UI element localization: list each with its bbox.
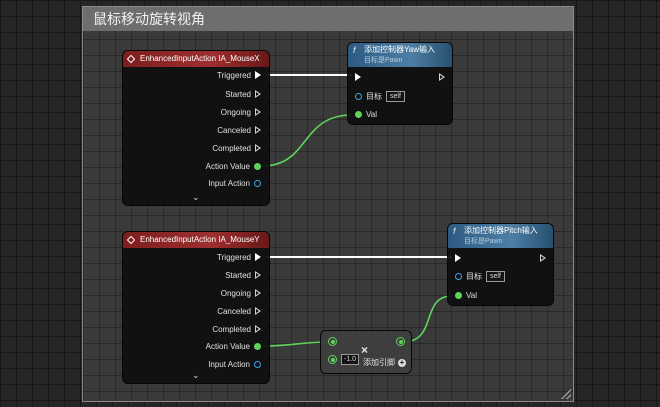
exec-pin-icon[interactable] bbox=[540, 254, 546, 262]
float-pin-icon[interactable] bbox=[355, 110, 362, 118]
target-self-field[interactable]: self bbox=[486, 270, 505, 282]
event-diamond-icon bbox=[126, 235, 136, 245]
pin-started[interactable]: Started bbox=[225, 269, 261, 281]
pin-exec-in[interactable] bbox=[455, 252, 461, 264]
function-node-pitch[interactable]: f 添加控制器Pitch输入 目标是Pawn 目标 self Val bbox=[448, 224, 553, 305]
exec-pin-icon[interactable] bbox=[355, 73, 361, 81]
float-pin-icon[interactable] bbox=[254, 162, 261, 170]
event-node-header[interactable]: EnhancedInputAction IA_MouseX bbox=[123, 51, 269, 67]
pin-input-action[interactable]: Input Action bbox=[208, 358, 261, 370]
exec-pin-icon[interactable] bbox=[439, 73, 445, 81]
pin-completed[interactable]: Completed bbox=[212, 323, 261, 335]
function-icon: f bbox=[353, 45, 356, 55]
function-node-header[interactable]: f 添加控制器Yaw输入 目标是Pawn bbox=[348, 43, 452, 67]
exec-pin-icon[interactable] bbox=[255, 71, 261, 79]
exec-pin-icon[interactable] bbox=[255, 126, 261, 134]
exec-pin-icon[interactable] bbox=[255, 144, 261, 152]
object-pin-icon[interactable] bbox=[254, 179, 261, 187]
pin-ongoing[interactable]: Ongoing bbox=[221, 287, 261, 299]
expand-chevron-icon[interactable]: ⌄ bbox=[192, 192, 200, 203]
event-node-mousey[interactable]: EnhancedInputAction IA_MouseY Triggered … bbox=[123, 232, 269, 383]
function-node-title: 添加控制器Yaw输入 bbox=[364, 45, 435, 54]
pin-triggered[interactable]: Triggered bbox=[217, 69, 261, 81]
pin-exec-in[interactable] bbox=[355, 71, 361, 83]
multiply-value-field[interactable]: -1.0 bbox=[341, 354, 360, 365]
comment-resize-handle[interactable] bbox=[561, 389, 571, 399]
multiply-node[interactable]: -1.0 × 添加引脚 + bbox=[321, 331, 411, 373]
add-pin-button[interactable]: 添加引脚 + bbox=[363, 357, 406, 368]
function-node-header[interactable]: f 添加控制器Pitch输入 目标是Pawn bbox=[448, 224, 553, 248]
target-self-field[interactable]: self bbox=[386, 90, 405, 102]
pin-triggered[interactable]: Triggered bbox=[217, 251, 261, 263]
function-node-yaw[interactable]: f 添加控制器Yaw输入 目标是Pawn 目标 self Val bbox=[348, 43, 452, 124]
multiply-input-a-pin[interactable] bbox=[328, 337, 337, 346]
object-pin-icon[interactable] bbox=[455, 272, 462, 280]
pin-canceled[interactable]: Canceled bbox=[217, 124, 261, 136]
pin-completed[interactable]: Completed bbox=[212, 142, 261, 154]
pin-action-value[interactable]: Action Value bbox=[206, 160, 261, 172]
add-pin-icon: + bbox=[398, 357, 406, 367]
function-node-title: 添加控制器Pitch输入 bbox=[464, 226, 538, 235]
exec-pin-icon[interactable] bbox=[255, 307, 261, 315]
function-icon: f bbox=[453, 226, 456, 236]
pin-exec-out[interactable] bbox=[540, 252, 546, 264]
exec-pin-icon[interactable] bbox=[255, 90, 261, 98]
exec-pin-icon[interactable] bbox=[255, 108, 261, 116]
event-node-title: EnhancedInputAction IA_MouseY bbox=[140, 235, 260, 244]
function-node-subtitle: 目标是Pawn bbox=[364, 57, 403, 64]
exec-pin-icon[interactable] bbox=[255, 325, 261, 333]
pin-val[interactable]: Val bbox=[355, 108, 377, 120]
multiply-operator-icon: × bbox=[361, 343, 369, 357]
expand-chevron-icon[interactable]: ⌄ bbox=[192, 370, 200, 381]
pin-ongoing[interactable]: Ongoing bbox=[221, 106, 261, 118]
pin-val[interactable]: Val bbox=[455, 289, 477, 301]
float-pin-icon[interactable] bbox=[455, 291, 462, 299]
function-node-subtitle: 目标是Pawn bbox=[464, 238, 503, 245]
pin-input-action[interactable]: Input Action bbox=[208, 177, 261, 189]
event-node-mousex[interactable]: EnhancedInputAction IA_MouseX Triggered … bbox=[123, 51, 269, 205]
multiply-input-b-pin[interactable] bbox=[328, 355, 337, 364]
multiply-output-pin[interactable] bbox=[396, 337, 405, 346]
pin-target[interactable]: 目标 self bbox=[455, 270, 505, 282]
event-diamond-icon bbox=[126, 54, 136, 64]
event-node-title: EnhancedInputAction IA_MouseX bbox=[140, 54, 260, 63]
pin-exec-out[interactable] bbox=[439, 71, 445, 83]
exec-pin-icon[interactable] bbox=[255, 289, 261, 297]
pin-started[interactable]: Started bbox=[225, 88, 261, 100]
float-pin-icon[interactable] bbox=[254, 342, 261, 350]
exec-pin-icon[interactable] bbox=[455, 254, 461, 262]
exec-pin-icon[interactable] bbox=[255, 271, 261, 279]
comment-title[interactable]: 鼠标移动旋转视角 bbox=[83, 7, 573, 31]
pin-action-value[interactable]: Action Value bbox=[206, 340, 261, 352]
object-pin-icon[interactable] bbox=[355, 92, 362, 100]
pin-target[interactable]: 目标 self bbox=[355, 90, 405, 102]
exec-pin-icon[interactable] bbox=[255, 253, 261, 261]
pin-canceled[interactable]: Canceled bbox=[217, 305, 261, 317]
object-pin-icon[interactable] bbox=[254, 360, 261, 368]
event-node-header[interactable]: EnhancedInputAction IA_MouseY bbox=[123, 232, 269, 248]
